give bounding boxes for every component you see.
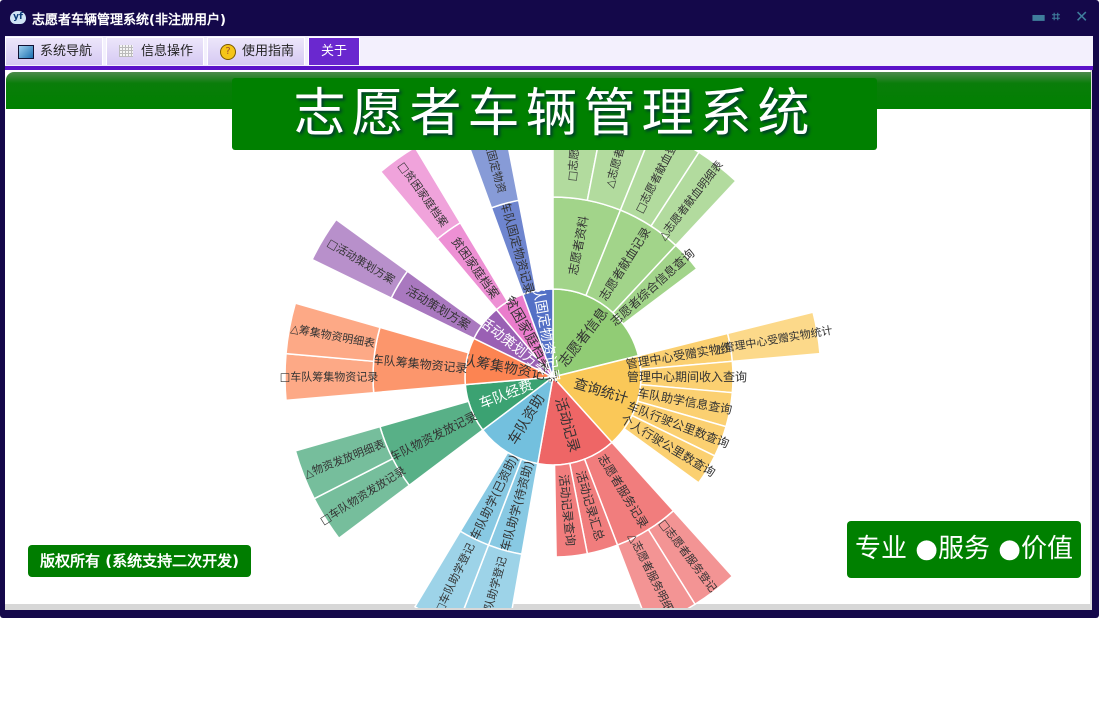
sunburst-label: 贫困家庭档案 xyxy=(449,234,503,301)
slogan-badge: 专业 ●服务 ●价值 xyxy=(847,521,1081,578)
sunburst-label: 管理中心期间收入查询 xyxy=(627,369,747,384)
copyright-badge: 版权所有 (系统支持二次开发) xyxy=(28,545,251,577)
sunburst-label: □车队筹集物资记录 xyxy=(280,370,378,384)
page-title: 志愿者车辆管理系统 xyxy=(232,78,877,150)
